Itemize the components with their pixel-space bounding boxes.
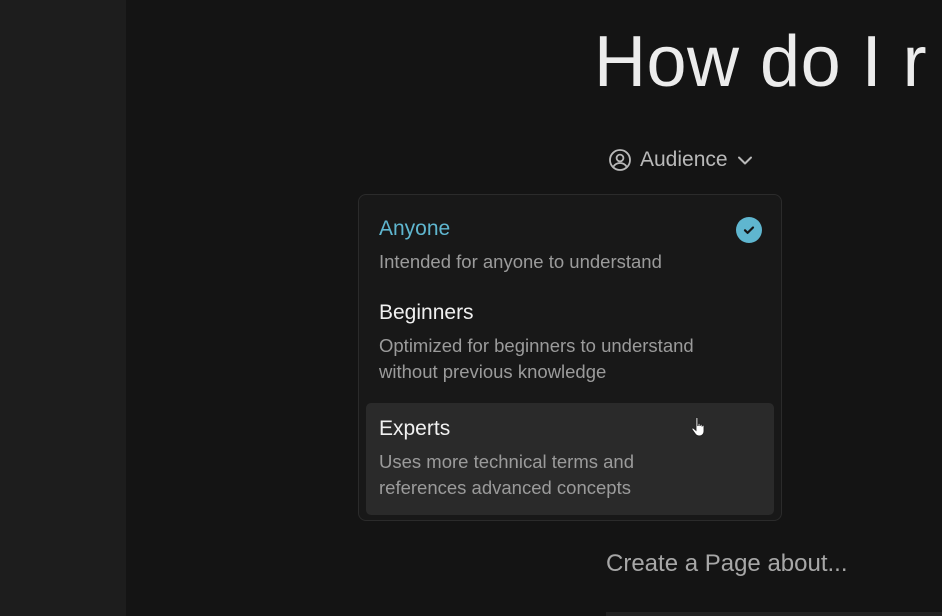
- option-title: Anyone: [379, 217, 451, 240]
- prompt-input-edge: [606, 612, 942, 616]
- app-window: How do I r Audience Anyone Intended for …: [0, 0, 942, 616]
- create-page-prompt[interactable]: Create a Page about...: [606, 550, 848, 578]
- audience-label: Audience: [640, 148, 728, 171]
- option-description-line: Uses more technical terms and: [379, 451, 634, 472]
- option-description-line: references advanced concepts: [379, 477, 631, 498]
- sidebar: [0, 0, 126, 616]
- option-description-line: Optimized for beginners to understand: [379, 335, 694, 356]
- audience-dropdown-button[interactable]: Audience: [608, 145, 754, 175]
- page-headline: How do I r: [594, 22, 928, 102]
- audience-menu: Anyone Intended for anyone to understand…: [358, 194, 782, 521]
- chevron-down-icon: [736, 151, 754, 169]
- option-description: Intended for anyone to understand: [379, 251, 662, 272]
- option-title: Beginners: [379, 301, 474, 324]
- option-beginners[interactable]: Beginners Optimized for beginners to und…: [366, 291, 774, 391]
- option-description: Optimized for beginners to understand wi…: [379, 333, 694, 385]
- option-anyone[interactable]: Anyone Intended for anyone to understand: [366, 207, 774, 283]
- option-title: Experts: [379, 417, 451, 440]
- option-experts[interactable]: Experts Uses more technical terms and re…: [366, 403, 774, 515]
- option-description-line: without previous knowledge: [379, 361, 607, 382]
- pointer-cursor-icon: [690, 416, 708, 443]
- user-circle-icon: [608, 148, 632, 172]
- option-description: Uses more technical terms and references…: [379, 449, 634, 501]
- checkmark-icon: [736, 217, 762, 243]
